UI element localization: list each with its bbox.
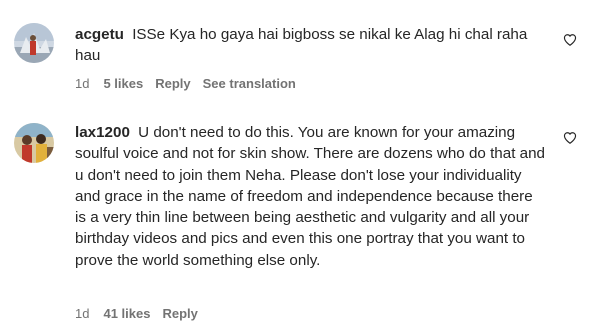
comment-text: U don't need to do this. You are known f… <box>75 124 545 269</box>
comment-likes[interactable]: 41 likes <box>103 306 150 321</box>
comment-text: ISSe Kya ho gaya hai bigboss se nikal ke… <box>75 26 528 65</box>
heart-icon[interactable] <box>563 33 577 47</box>
avatar-image <box>14 23 54 63</box>
comment-meta: 1d 41 likes Reply <box>75 306 210 321</box>
comment-item: lax1200 U don't need to do this. You are… <box>0 110 589 336</box>
comment-meta: 1d 5 likes Reply See translation <box>75 76 296 91</box>
heart-icon[interactable] <box>563 131 577 145</box>
reply-button[interactable]: Reply <box>162 306 197 321</box>
comment-item: acgetu ISSe Kya ho gaya hai bigboss se n… <box>0 0 589 110</box>
comment-time: 1d <box>75 306 90 321</box>
comment-username[interactable]: lax1200 <box>75 124 130 141</box>
avatar[interactable] <box>14 123 54 163</box>
avatar[interactable] <box>14 23 54 63</box>
comment-username[interactable]: acgetu <box>75 26 124 43</box>
avatar-image <box>14 123 54 163</box>
comment-body: acgetu ISSe Kya ho gaya hai bigboss se n… <box>75 24 545 67</box>
see-translation-button[interactable]: See translation <box>203 76 296 91</box>
comment-body: lax1200 U don't need to do this. You are… <box>75 122 545 271</box>
comment-time: 1d <box>75 76 90 91</box>
comment-likes[interactable]: 5 likes <box>103 76 143 91</box>
reply-button[interactable]: Reply <box>155 76 190 91</box>
